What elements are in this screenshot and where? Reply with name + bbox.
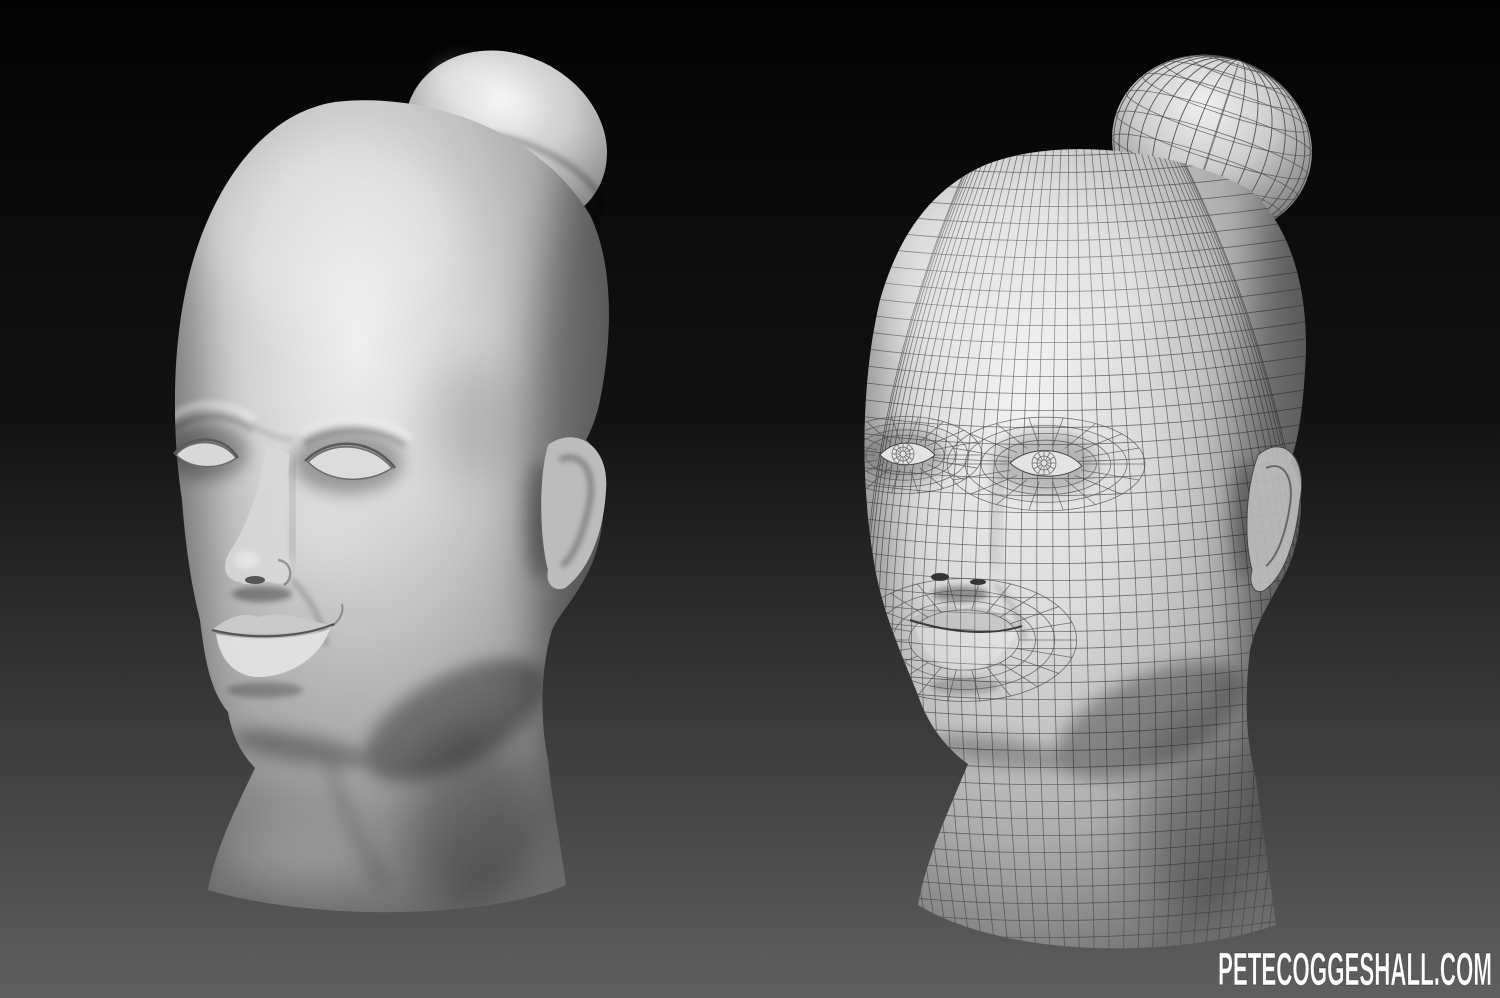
mesh-nostril-right xyxy=(970,579,986,585)
neck-shadow xyxy=(410,730,530,910)
mesh-under-lip-shadow xyxy=(930,678,1000,694)
nostril xyxy=(245,576,265,584)
under-nose-shadow xyxy=(232,586,292,602)
nose-tip-highlight xyxy=(235,551,259,569)
under-lip-shadow xyxy=(227,682,303,698)
mesh-neck-shadow xyxy=(1140,720,1260,920)
mesh-under-nose-shadow xyxy=(932,586,988,602)
forehead-highlight xyxy=(200,140,460,320)
temple-shadow xyxy=(430,360,510,480)
render-canvas: PETECOGGESHALL.COM xyxy=(0,0,1500,998)
nose-side-shadow xyxy=(286,459,298,561)
neck-highlight xyxy=(210,830,370,890)
watermark: PETECOGGESHALL.COM xyxy=(1218,943,1492,995)
